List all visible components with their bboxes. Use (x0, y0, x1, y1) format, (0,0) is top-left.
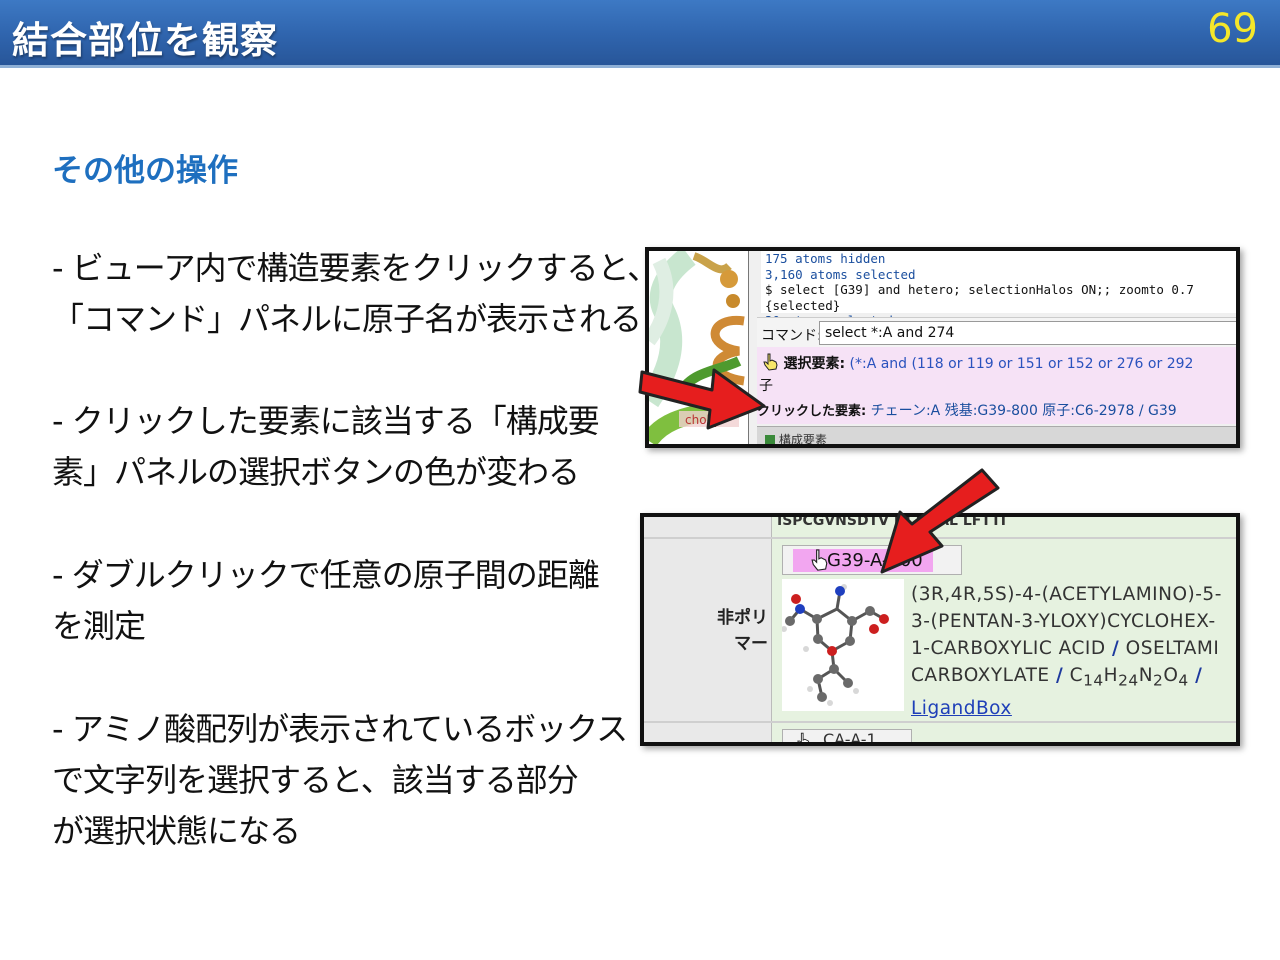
section-heading: その他の操作 (52, 153, 238, 189)
hand-pointer-icon (797, 732, 810, 742)
console-line: 3,160 atoms selected (765, 266, 916, 282)
ligand-structure-image (781, 579, 904, 711)
page-number: 69 (1207, 6, 1258, 52)
command-label: コマンド: (761, 328, 822, 344)
bullet-line: - ダブルクリックで任意の原子間の距離 (52, 556, 600, 594)
ligand-line: 3-(PENTAN-3-YLOXY)CYCLOHEX- (911, 611, 1216, 632)
bullet-item: - ビューア内で構造要素をクリックすると、 「コマンド」パネルに原子名が表示され… (52, 243, 659, 345)
sequence-strip: ISPCGVNSDTV HI DUAL LFTTI (777, 517, 1006, 529)
console-line: 175 atoms hidden (765, 251, 886, 266)
chemical-formula: C14H24N2O4 (1069, 665, 1189, 690)
bullet-line: を測定 (52, 607, 146, 645)
slide-header: 結合部位を観察 69 (0, 0, 1280, 68)
bullet-line: が選択状態になる (52, 812, 301, 850)
clicked-value: チェーン:A 残基:G39-800 原子:C6-2978 / G39 (870, 403, 1177, 419)
ligand-line: LigandBox (911, 695, 1236, 722)
bullet-line: 「コマンド」パネルに原子名が表示される (52, 300, 642, 338)
command-row: コマンド: (757, 317, 1236, 347)
clicked-label: クリックした要素: (757, 404, 867, 419)
selection-panel: 選択要素: (*:A and (118 or 119 or 151 or 152… (757, 347, 1236, 424)
separator: / (1055, 665, 1064, 686)
console-line: $ select [G39] and hetero; selectionHalo… (765, 282, 1194, 313)
nonpolymer-row-label: 非ポリ マー (704, 605, 768, 657)
bullet-item: - ダブルクリックで任意の原子間の距離 を測定 (52, 550, 622, 652)
clicked-element-line: クリックした要素: チェーン:A 残基:G39-800 原子:C6-2978 /… (757, 400, 1177, 420)
ligandbox-link[interactable]: LigandBox (911, 698, 1012, 719)
bullet-line: 素」パネルの選択ボタンの色が変わる (52, 453, 580, 491)
ligand-alt-name: OSELTAMI (1125, 638, 1220, 659)
ca-a-1-select-button[interactable]: CA-A-1 (782, 729, 912, 746)
bullet-item: - アミノ酸配列が表示されているボックス で文字列を選択すると、該当する部分 が… (52, 704, 628, 857)
components-panel-label: 構成要素 (778, 433, 827, 447)
ligand-description: (3R,4R,5S)-4-(ACETYLAMINO)-5- 3-(PENTAN-… (911, 581, 1236, 722)
row-label-line: 非ポリ (717, 608, 768, 628)
ligand-line: (3R,4R,5S)-4-(ACETYLAMINO)-5- (911, 584, 1222, 605)
ligand-name: 1-CARBOXYLIC ACID (911, 638, 1106, 659)
ca-a-1-button-label: CA-A-1 (823, 730, 877, 746)
console-log: 175 atoms hidden 3,160 atoms selected $ … (761, 251, 1236, 328)
bullet-item: - クリックした要素に該当する「構成要 素」パネルの選択ボタンの色が変わる (52, 396, 622, 498)
separator: / (1195, 665, 1203, 686)
molecule-model-graphic (781, 584, 889, 706)
slide-title: 結合部位を観察 (12, 19, 278, 62)
bullet-line: - クリックした要素に該当する「構成要 (52, 402, 600, 440)
command-input[interactable] (819, 321, 1236, 345)
components-panel-bar[interactable]: 構成要素 (757, 426, 1236, 447)
bullet-line: - アミノ酸配列が表示されているボックス (52, 710, 628, 748)
separator: / (1112, 638, 1120, 659)
bullet-line: で文字列を選択すると、該当する部分 (52, 761, 579, 799)
ligand-name-cont: CARBOXYLATE (911, 665, 1050, 686)
red-arrow-icon (638, 368, 766, 430)
ligand-line: CARBOXYLATE / C14H24N2O4 / (911, 662, 1236, 695)
ligand-line: 1-CARBOXYLIC ACID / OSELTAMI (911, 635, 1236, 662)
bullet-line: - ビューア内で構造要素をクリックすると、 (52, 249, 659, 287)
selection-value: (*:A and (118 or 119 or 151 or 152 or 27… (849, 356, 1194, 372)
selection-label: 選択要素: (783, 356, 846, 372)
panel-icon (765, 435, 775, 444)
row-label-line: マー (734, 634, 768, 654)
red-arrow-icon (880, 468, 1000, 574)
selection-line: 選択要素: (*:A and (118 or 119 or 151 or 152… (763, 353, 1193, 373)
